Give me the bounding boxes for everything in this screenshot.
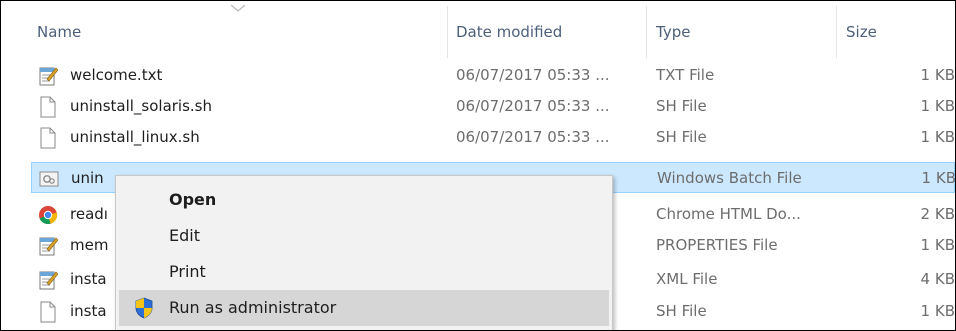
column-header-size[interactable]: Size [846, 23, 877, 41]
file-size: 1 KB [920, 128, 955, 146]
file-type: SH File [656, 302, 707, 320]
file-type: PROPERTIES File [656, 236, 778, 254]
file-row[interactable]: uninstall_linux.sh 06/07/2017 05:33 ... … [31, 122, 955, 153]
file-size: 1 KB [920, 97, 955, 115]
file-name: uninstall_linux.sh [70, 128, 200, 146]
file-size: 4 KB [920, 270, 955, 288]
sort-caret-icon [230, 4, 246, 12]
menu-item-label: Run as administrator [169, 298, 337, 317]
blank-file-icon [40, 301, 56, 323]
column-divider[interactable] [646, 6, 647, 58]
file-type: SH File [656, 128, 707, 146]
menu-item-run-as-administrator[interactable]: Run as administrator [119, 290, 609, 326]
file-row[interactable]: welcome.txt 06/07/2017 05:33 ... TXT Fil… [31, 60, 955, 91]
menu-item-label: Open [169, 190, 217, 209]
batch-file-icon [39, 171, 59, 187]
notepad-icon [39, 67, 58, 86]
menu-item-print[interactable]: Print [119, 254, 609, 290]
file-size: 1 KB [921, 169, 955, 187]
file-name: uninstall_solaris.sh [70, 97, 213, 115]
file-type: SH File [656, 97, 707, 115]
file-type: Windows Batch File [657, 169, 802, 187]
blank-file-icon [40, 127, 56, 149]
chrome-icon [39, 206, 58, 224]
file-size: 1 KB [920, 66, 955, 84]
file-row[interactable]: uninstall_solaris.sh 06/07/2017 05:33 ..… [31, 91, 955, 122]
file-size: 1 KB [920, 302, 955, 320]
column-header-name[interactable]: Name [37, 23, 81, 41]
context-menu: Open Edit Print Run as administrator [115, 175, 613, 330]
file-type: Chrome HTML Do... [656, 205, 801, 223]
file-size: 2 KB [920, 205, 955, 223]
menu-item-open[interactable]: Open [119, 182, 609, 218]
column-header-date[interactable]: Date modified [456, 23, 562, 41]
file-name: welcome.txt [70, 66, 163, 84]
file-type: XML File [656, 270, 718, 288]
file-date: 06/07/2017 05:33 ... [456, 128, 610, 146]
uac-shield-icon [135, 297, 153, 319]
blank-file-icon [40, 96, 56, 118]
column-divider[interactable] [836, 6, 837, 58]
file-date: 06/07/2017 05:33 ... [456, 97, 610, 115]
menu-item-label: Print [169, 262, 206, 281]
file-date: 06/07/2017 05:33 ... [456, 66, 610, 84]
menu-item-label: Edit [169, 226, 200, 245]
column-header-type[interactable]: Type [656, 23, 690, 41]
notepad-icon [39, 271, 58, 290]
file-explorer-list: Name Date modified Type Size welcome.txt… [1, 1, 955, 330]
column-divider[interactable] [447, 6, 448, 58]
file-size: 1 KB [920, 236, 955, 254]
menu-item-edit[interactable]: Edit [119, 218, 609, 254]
column-header: Name Date modified Type Size [1, 1, 955, 58]
file-type: TXT File [656, 66, 715, 84]
notepad-icon [39, 237, 58, 256]
